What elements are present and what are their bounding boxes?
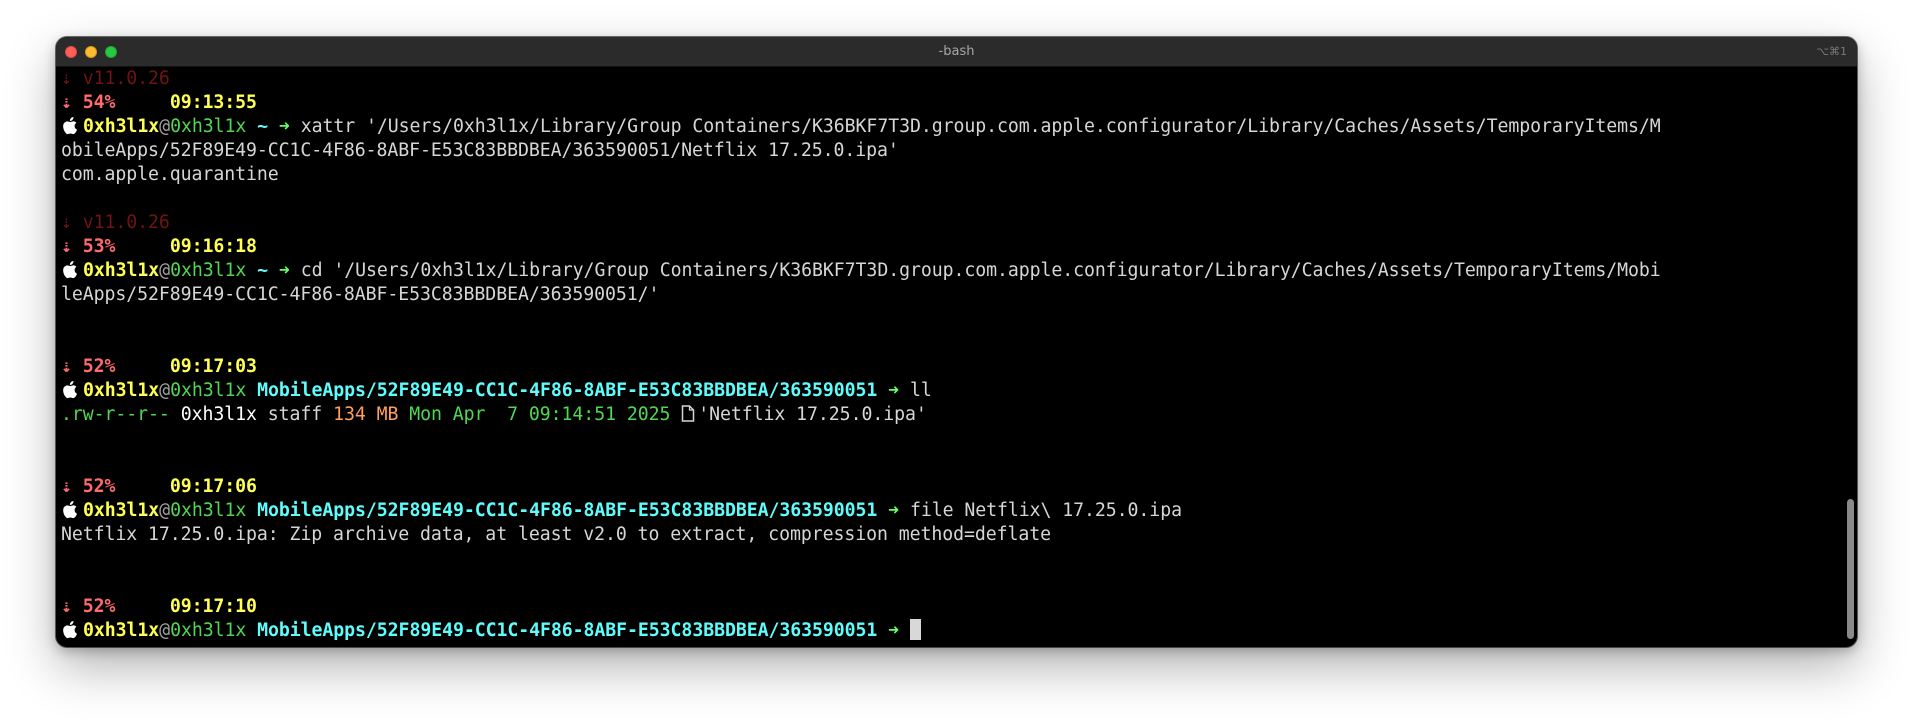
command-text: cd '/Users/0xh3l1x/Library/Group Contain…: [300, 260, 1661, 281]
battery-status: ⇣ 53%: [61, 236, 116, 257]
status-line: ⇣ 52% 09:17:03: [61, 355, 1851, 379]
command-text: file Netflix\ 17.25.0.ipa: [909, 500, 1182, 521]
terminal-window: -bash ⌥⌘1 ⇣ v11.0.26 ⇣ 54% 09:13:55 0xh3…: [56, 37, 1857, 647]
command-output: Netflix 17.25.0.ipa: Zip archive data, a…: [61, 523, 1851, 547]
prompt-arrow: ➜: [888, 620, 900, 641]
active-prompt-line[interactable]: 0xh3l1x@0xh3l1x MobileApps/52F89E49-CC1C…: [61, 619, 1851, 643]
prompt-at: @: [159, 260, 171, 281]
battery-status: ⇣ 54%: [61, 92, 116, 113]
node-version: ⇣ v11.0.26: [61, 212, 170, 233]
prompt-line: 0xh3l1x@0xh3l1x ~ ➜ cd '/Users/0xh3l1x/L…: [61, 259, 1851, 283]
prompt-time: 09:16:18: [169, 236, 257, 257]
prompt-arrow: ➜: [278, 260, 290, 281]
prompt-time: 09:17:03: [169, 356, 257, 377]
node-version: ⇣ v11.0.26: [61, 68, 170, 89]
command-continuation: obileApps/52F89E49-CC1C-4F86-8ABF-E53C83…: [61, 139, 1851, 163]
prompt-at: @: [159, 116, 171, 137]
output-text: com.apple.quarantine: [61, 164, 279, 185]
prompt-host: 0xh3l1x: [170, 260, 247, 281]
command-output: com.apple.quarantine: [61, 163, 1851, 187]
prompt-directory: MobileApps/52F89E49-CC1C-4F86-8ABF-E53C8…: [257, 500, 878, 521]
prompt-time: 09:13:55: [169, 92, 257, 113]
command-text: xattr '/Users/0xh3l1x/Library/Group Cont…: [300, 116, 1661, 137]
command-continuation: leApps/52F89E49-CC1C-4F86-8ABF-E53C83BBD…: [61, 283, 1851, 307]
prompt-directory: ~: [257, 116, 269, 137]
output-text: Netflix 17.25.0.ipa: Zip archive data, a…: [61, 524, 1052, 545]
file-size: 134 MB: [333, 404, 399, 425]
prompt-host: 0xh3l1x: [170, 620, 247, 641]
prompt-arrow: ➜: [278, 116, 290, 137]
prompt-at: @: [159, 620, 171, 641]
prompt-time: 09:17:10: [169, 596, 257, 617]
prompt-time: 09:17:06: [169, 476, 257, 497]
prompt-at: @: [159, 500, 171, 521]
vertical-scrollbar[interactable]: [1847, 499, 1854, 639]
prompt-line: 0xh3l1x@0xh3l1x ~ ➜ xattr '/Users/0xh3l1…: [61, 115, 1851, 139]
file-date: Mon Apr 7 09:14:51 2025: [409, 404, 671, 425]
file-group: staff: [267, 404, 323, 425]
status-line: ⇣ v11.0.26: [61, 211, 1851, 235]
prompt-line: 0xh3l1x@0xh3l1x MobileApps/52F89E49-CC1C…: [61, 379, 1851, 403]
window-title: -bash: [938, 44, 975, 59]
prompt-host: 0xh3l1x: [170, 380, 247, 401]
prompt-line: 0xh3l1x@0xh3l1x MobileApps/52F89E49-CC1C…: [61, 499, 1851, 523]
apple-icon: [61, 620, 83, 646]
status-line: ⇣ 52% 09:17:06: [61, 475, 1851, 499]
status-line: ⇣ 53% 09:16:18: [61, 235, 1851, 259]
file-icon: [681, 405, 698, 422]
prompt-directory: ~: [257, 260, 269, 281]
prompt-user: 0xh3l1x: [83, 380, 160, 401]
prompt-at: @: [159, 380, 171, 401]
file-permissions: .rw-r--r--: [61, 404, 170, 425]
prompt-user: 0xh3l1x: [83, 116, 160, 137]
status-line: ⇣ 54% 09:13:55: [61, 91, 1851, 115]
prompt-arrow: ➜: [888, 500, 900, 521]
status-line: ⇣ 52% 09:17:10: [61, 595, 1851, 619]
prompt-user: 0xh3l1x: [83, 500, 160, 521]
prompt-directory: MobileApps/52F89E49-CC1C-4F86-8ABF-E53C8…: [257, 380, 878, 401]
prompt-directory: MobileApps/52F89E49-CC1C-4F86-8ABF-E53C8…: [257, 620, 878, 641]
battery-status: ⇣ 52%: [61, 476, 116, 497]
file-owner: 0xh3l1x: [180, 404, 257, 425]
prompt-arrow: ➜: [888, 380, 900, 401]
text-cursor[interactable]: [909, 619, 921, 640]
terminal-output[interactable]: ⇣ v11.0.26 ⇣ 54% 09:13:55 0xh3l1x@0xh3l1…: [61, 67, 1851, 647]
file-listing-row: .rw-r--r-- 0xh3l1x staff 134 MB Mon Apr …: [61, 403, 1851, 427]
command-text: ll: [909, 380, 932, 401]
battery-status: ⇣ 52%: [61, 596, 116, 617]
prompt-host: 0xh3l1x: [170, 116, 247, 137]
status-line: ⇣ v11.0.26: [61, 67, 1851, 91]
prompt-user: 0xh3l1x: [83, 260, 160, 281]
command-text: leApps/52F89E49-CC1C-4F86-8ABF-E53C83BBD…: [61, 284, 660, 305]
window-shortcut-label: ⌥⌘1: [1816, 45, 1847, 58]
file-name: 'Netflix 17.25.0.ipa': [698, 404, 927, 425]
command-text: obileApps/52F89E49-CC1C-4F86-8ABF-E53C83…: [61, 140, 899, 161]
prompt-user: 0xh3l1x: [83, 620, 160, 641]
title-bar[interactable]: -bash ⌥⌘1: [56, 37, 1857, 67]
prompt-host: 0xh3l1x: [170, 500, 247, 521]
battery-status: ⇣ 52%: [61, 356, 116, 377]
